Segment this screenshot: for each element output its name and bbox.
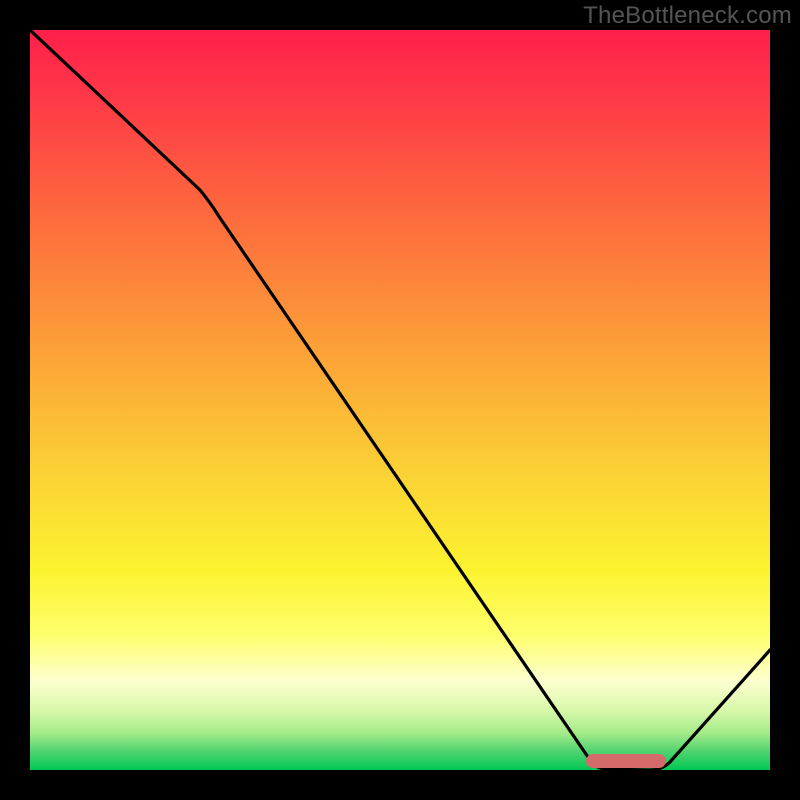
bottleneck-curve-svg xyxy=(30,30,770,770)
chart-container: TheBottleneck.com xyxy=(0,0,800,800)
watermark-text: TheBottleneck.com xyxy=(583,2,792,30)
plot-area xyxy=(30,30,770,770)
optimal-zone-marker xyxy=(586,754,666,768)
bottleneck-curve-path xyxy=(30,30,770,770)
